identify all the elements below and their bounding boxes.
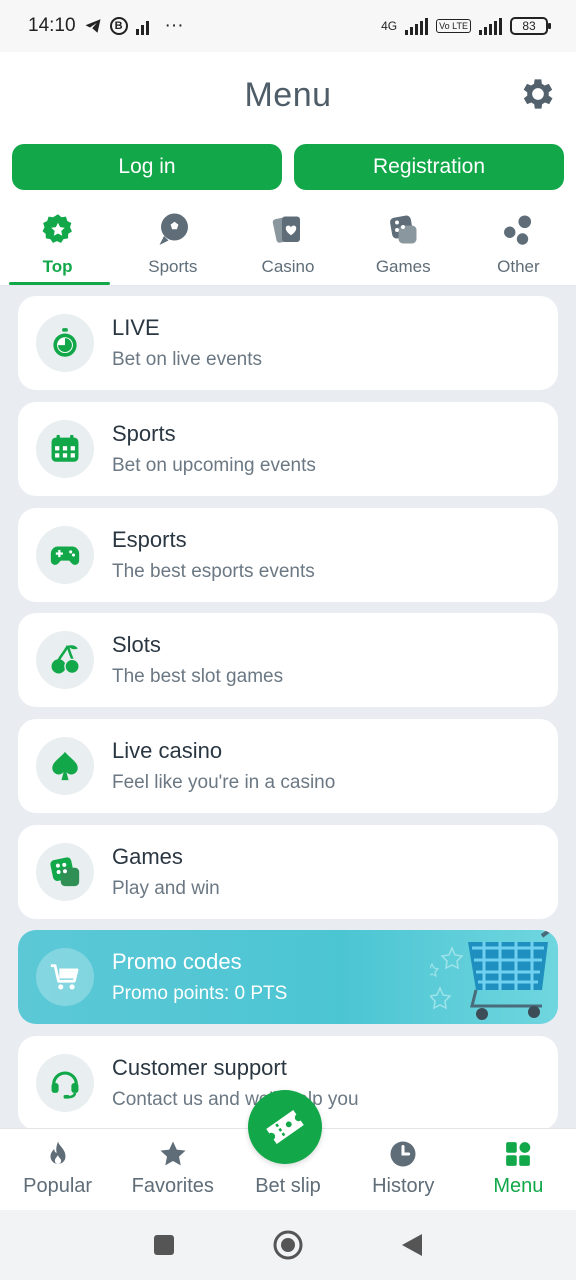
item-title: Slots xyxy=(112,632,161,657)
item-title: Customer support xyxy=(112,1055,287,1080)
signal-icon-2 xyxy=(479,17,502,35)
home-circle-icon xyxy=(273,1230,303,1260)
nav-menu[interactable]: Menu xyxy=(461,1129,576,1210)
menu-item-live[interactable]: LIVE Bet on live events xyxy=(18,296,558,390)
soccer-ball-icon xyxy=(159,213,188,245)
item-subtitle: Promo points: 0 PTS xyxy=(112,983,288,1004)
login-button[interactable]: Log in xyxy=(12,144,282,190)
nav-label: Favorites xyxy=(131,1175,214,1197)
playing-cards-icon xyxy=(272,216,300,243)
nav-history[interactable]: History xyxy=(346,1129,461,1210)
item-subtitle: Bet on upcoming events xyxy=(112,455,316,476)
tab-casino[interactable]: Casino xyxy=(230,202,345,285)
flame-icon xyxy=(50,1141,66,1164)
tab-label-other: Other xyxy=(497,257,540,276)
ticket-icon xyxy=(266,1110,304,1144)
menu-item-slots[interactable]: Slots The best slot games xyxy=(18,613,558,707)
menu-item-live-casino[interactable]: Live casino Feel like you're in a casino xyxy=(18,719,558,813)
menu-item-sports[interactable]: Sports Bet on upcoming events xyxy=(18,402,558,496)
item-title: Promo codes xyxy=(112,949,242,974)
item-icon-wrap xyxy=(36,1054,94,1112)
item-subtitle: The best esports events xyxy=(112,561,315,582)
item-title: Games xyxy=(112,844,183,869)
page-title: Menu xyxy=(244,75,332,114)
stopwatch-icon xyxy=(53,328,77,357)
home-button[interactable] xyxy=(271,1228,305,1262)
nav-popular[interactable]: Popular xyxy=(0,1129,115,1210)
tab-games[interactable]: Games xyxy=(346,202,461,285)
item-icon-wrap xyxy=(36,631,94,689)
back-button[interactable] xyxy=(395,1228,429,1262)
gear-icon[interactable] xyxy=(518,74,558,114)
item-subtitle: Bet on live events xyxy=(112,349,262,370)
nav-label: Popular xyxy=(23,1175,93,1197)
bet-slip-button[interactable] xyxy=(248,1090,322,1164)
category-tabs: Top Sports Casino Games Other xyxy=(0,202,576,286)
app-header: Menu xyxy=(0,52,576,138)
tab-label-sports: Sports xyxy=(148,257,198,276)
item-subtitle: Feel like you're in a casino xyxy=(112,772,336,793)
nav-label: History xyxy=(372,1175,435,1197)
item-icon-wrap xyxy=(36,420,94,478)
nav-favorites[interactable]: Favorites xyxy=(115,1129,230,1210)
item-subtitle: Contact us and we'll help you xyxy=(112,1089,359,1110)
signal-small-icon xyxy=(135,17,149,35)
item-icon-wrap xyxy=(36,526,94,584)
item-icon-wrap xyxy=(36,314,94,372)
cart-icon xyxy=(50,964,79,990)
nav-label: Bet slip xyxy=(255,1175,321,1197)
item-title: Esports xyxy=(112,527,187,552)
dice-icon xyxy=(390,215,417,244)
cherries-icon xyxy=(51,645,80,675)
back-triangle-icon xyxy=(402,1234,422,1256)
item-subtitle: The best slot games xyxy=(112,666,284,687)
signal-icon-1 xyxy=(405,17,429,35)
recent-apps-button[interactable] xyxy=(147,1228,181,1262)
item-title: Live casino xyxy=(112,738,223,763)
dots-icon xyxy=(504,215,532,245)
status-time: 14:10 xyxy=(28,15,76,36)
item-title: Sports xyxy=(112,421,176,446)
headset-icon xyxy=(51,1071,79,1099)
tab-label-casino: Casino xyxy=(261,257,315,276)
item-title: LIVE xyxy=(112,315,160,340)
menu-item-promo-codes[interactable]: Promo codes Promo points: 0 PTS xyxy=(18,930,558,1024)
basket-illustration xyxy=(430,930,552,1020)
clock-icon xyxy=(390,1141,416,1167)
tab-sports[interactable]: Sports xyxy=(115,202,230,285)
grid-icon xyxy=(506,1142,531,1166)
network-type: 4G xyxy=(381,19,398,33)
item-icon-wrap xyxy=(36,843,94,901)
tab-label-top: Top xyxy=(42,257,73,276)
gamepad-icon xyxy=(50,546,80,565)
auth-buttons: Log in Registration xyxy=(12,144,564,190)
tab-top[interactable]: Top xyxy=(0,202,115,285)
menu-item-games[interactable]: Games Play and win xyxy=(18,825,558,919)
menu-item-esports[interactable]: Esports The best esports events xyxy=(18,508,558,602)
menu-list: LIVE Bet on live events Sports Bet on up… xyxy=(0,286,576,1128)
registration-button[interactable]: Registration xyxy=(294,144,564,190)
square-icon xyxy=(154,1235,174,1255)
spade-icon xyxy=(52,751,78,781)
battery-level: 83 xyxy=(522,19,536,33)
tab-label-games: Games xyxy=(375,257,431,276)
status-bar: 14:10 B ··· 4G Vo LTE 83 xyxy=(0,0,576,52)
star-badge-icon xyxy=(42,214,72,243)
battery-icon: 83 xyxy=(510,17,551,35)
star-icon xyxy=(160,1141,186,1166)
system-nav-bar xyxy=(0,1210,576,1280)
item-icon-wrap xyxy=(36,737,94,795)
volte-badge: Vo LTE xyxy=(436,19,471,33)
item-icon-wrap xyxy=(36,948,94,1006)
nav-label: Menu xyxy=(493,1175,544,1197)
calendar-icon xyxy=(51,434,79,462)
tab-other[interactable]: Other xyxy=(461,202,576,285)
telegram-icon xyxy=(85,19,101,33)
item-subtitle: Play and win xyxy=(112,878,220,899)
b-badge-icon: B xyxy=(109,17,128,35)
dice-icon xyxy=(50,857,80,887)
more-notifications-icon: ··· xyxy=(164,15,184,36)
